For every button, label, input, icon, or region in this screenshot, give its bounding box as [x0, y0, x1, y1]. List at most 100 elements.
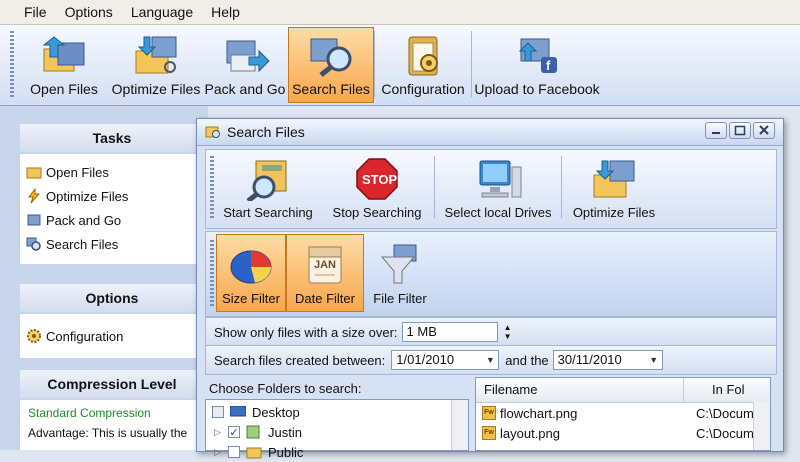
compression-section-header[interactable]: Compression Level: [20, 370, 204, 398]
tree-node-label: Public: [268, 444, 304, 460]
task-label: Search Files: [46, 236, 119, 252]
file-folder: C:\Docume: [696, 405, 754, 421]
tree-checkbox[interactable]: ✓: [228, 426, 240, 439]
chevron-down-icon[interactable]: ▼: [646, 351, 662, 369]
date-and-label: and the: [505, 352, 549, 368]
open-files-button[interactable]: Open Files: [18, 27, 110, 103]
start-searching-label: Start Searching: [223, 205, 313, 220]
compression-level-value[interactable]: Standard Compression: [28, 406, 196, 420]
date-filter-label: Date Filter: [295, 291, 355, 306]
upload-to-facebook-button[interactable]: f Upload to Facebook: [472, 27, 602, 103]
optimize-files-label: Optimize Files: [111, 81, 201, 97]
stop-sign-icon: STOP: [351, 157, 403, 201]
tree-node-public[interactable]: ▷ Public: [214, 442, 303, 462]
chevron-down-icon[interactable]: ▼: [482, 351, 498, 369]
dialog-title: Search Files: [227, 124, 305, 140]
date-to-value: 30/11/2010: [557, 352, 622, 367]
pack-icon: [26, 212, 42, 228]
file-folder: C:\Docume: [696, 425, 754, 441]
tree-node-label: Justin: [268, 424, 302, 440]
select-local-drives-label: Select local Drives: [444, 205, 552, 220]
column-in-folder[interactable]: In Fol: [684, 378, 770, 402]
compression-title: Compression Level: [47, 376, 177, 392]
upload-to-facebook-label: Upload to Facebook: [474, 81, 600, 97]
size-filter-text: Show only files with a size over:: [214, 324, 398, 340]
task-optimize-files[interactable]: Optimize Files: [20, 184, 204, 208]
task-search-files[interactable]: Search Files: [20, 232, 204, 256]
compression-section: Standard Compression Advantage: This is …: [20, 400, 204, 450]
menu-language[interactable]: Language: [122, 0, 202, 24]
folder-open-icon: [26, 164, 42, 180]
search-files-button[interactable]: Search Files: [288, 27, 374, 103]
date-filter-text: Search files created between:: [214, 352, 386, 368]
file-list-header: Filename In Fol: [476, 378, 770, 403]
size-value: 1 MB: [406, 324, 437, 339]
tree-checkbox[interactable]: [212, 406, 224, 418]
date-to-picker[interactable]: 30/11/2010 ▼: [552, 350, 663, 370]
task-open-files[interactable]: Open Files: [20, 160, 204, 184]
file-row[interactable]: Fw layout.png C:\Docume: [476, 423, 770, 443]
menu-options[interactable]: Options: [56, 0, 122, 24]
size-input[interactable]: 1 MB: [401, 322, 498, 342]
file-name: flowchart.png: [500, 405, 578, 421]
file-list-scrollbar[interactable]: [753, 402, 770, 450]
file-row[interactable]: Fw flowchart.png C:\Docume: [476, 403, 770, 423]
fireworks-file-icon: Fw: [482, 406, 496, 420]
optimize-files-icon: [130, 33, 182, 77]
stop-searching-button[interactable]: STOP Stop Searching: [320, 152, 434, 226]
fireworks-file-icon: Fw: [482, 426, 496, 440]
pack-and-go-label: Pack and Go: [204, 81, 286, 97]
size-spinner[interactable]: ▲ ▼: [502, 323, 514, 341]
file-filter-label: File Filter: [373, 291, 427, 306]
file-filter-button[interactable]: File Filter: [364, 234, 436, 312]
toolbar-grip[interactable]: [210, 240, 214, 306]
close-button[interactable]: [753, 122, 775, 139]
start-searching-button[interactable]: Start Searching: [216, 152, 320, 226]
tree-scrollbar[interactable]: [451, 400, 468, 450]
search-files-icon: [305, 33, 357, 77]
toolbar-grip[interactable]: [210, 156, 214, 218]
task-pane: Tasks Open Files Optimize Files Pack and…: [0, 106, 208, 450]
toolbar-grip[interactable]: [10, 31, 14, 97]
pie-chart-icon: [225, 243, 277, 287]
menu-bar: File Options Language Help: [0, 0, 800, 25]
menu-help[interactable]: Help: [202, 0, 249, 24]
dialog-optimize-files-button[interactable]: Optimize Files: [562, 152, 666, 226]
compression-description: Advantage: This is usually the: [28, 426, 188, 440]
maximize-button[interactable]: [729, 122, 751, 139]
pack-and-go-button[interactable]: Pack and Go: [202, 27, 288, 103]
task-label: Open Files: [46, 164, 109, 180]
pack-and-go-icon: [219, 33, 271, 77]
optimize-files-button[interactable]: Optimize Files: [110, 27, 202, 103]
tasks-section-header[interactable]: Tasks: [20, 124, 204, 152]
spin-up-icon[interactable]: ▲: [502, 323, 514, 332]
dialog-optimize-files-label: Optimize Files: [572, 205, 656, 220]
search-files-dialog: Search Files Start Searching STOP Stop S…: [196, 118, 784, 460]
calendar-icon: JAN: [299, 243, 351, 287]
choose-folders-label: Choose Folders to search:: [209, 381, 362, 396]
user-folder-icon: [246, 425, 262, 439]
menu-file[interactable]: File: [0, 0, 56, 24]
tree-checkbox[interactable]: [228, 446, 240, 458]
column-filename[interactable]: Filename: [476, 378, 685, 402]
stop-searching-label: Stop Searching: [332, 205, 422, 220]
spin-down-icon[interactable]: ▼: [502, 332, 514, 341]
task-pack-and-go[interactable]: Pack and Go: [20, 208, 204, 232]
expand-icon[interactable]: ▷: [214, 447, 228, 458]
configuration-icon: [397, 33, 449, 77]
date-from-picker[interactable]: 1/01/2010 ▼: [391, 350, 500, 370]
svg-text:f: f: [546, 58, 551, 73]
size-filter-button[interactable]: Size Filter: [216, 234, 286, 312]
dialog-title-bar[interactable]: Search Files: [197, 119, 783, 146]
optimize-files-icon: [588, 157, 640, 201]
tree-node-justin[interactable]: ▷ ✓ Justin: [214, 422, 302, 442]
tree-node-desktop[interactable]: Desktop: [212, 402, 300, 422]
expand-icon[interactable]: ▷: [214, 427, 228, 438]
folder-icon: [246, 445, 262, 459]
configuration-button[interactable]: Configuration: [375, 27, 471, 103]
date-filter-button[interactable]: JAN Date Filter: [286, 234, 364, 312]
select-local-drives-button[interactable]: Select local Drives: [435, 152, 561, 226]
minimize-button[interactable]: [705, 122, 727, 139]
options-section-header[interactable]: Options: [20, 284, 204, 312]
task-configuration[interactable]: Configuration: [20, 324, 204, 348]
